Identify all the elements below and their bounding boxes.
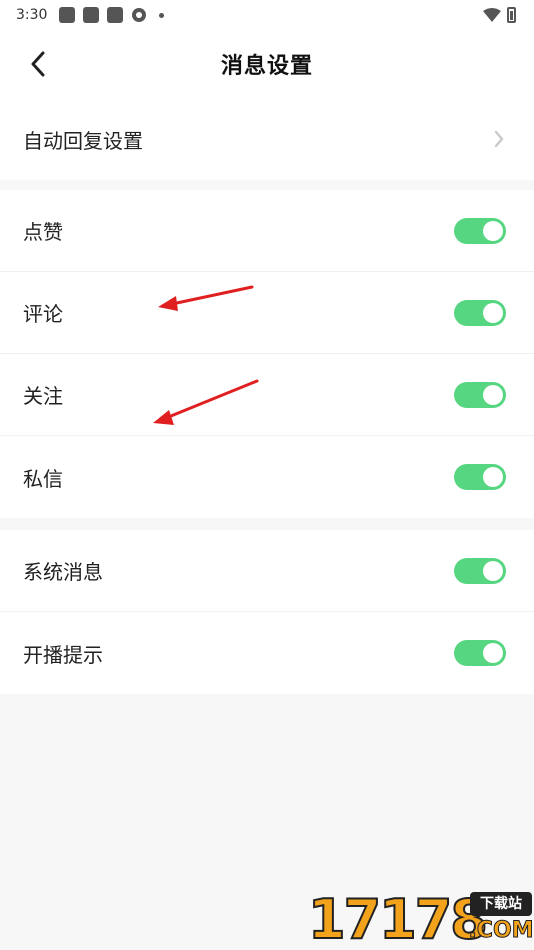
notification-icon — [83, 7, 100, 23]
system-message-row: 系统消息 — [0, 530, 534, 612]
settings-group-interactions: 点赞 评论 关注 私信 — [0, 190, 534, 518]
toggle-knob — [483, 220, 503, 241]
toggle-knob — [483, 384, 503, 405]
status-bar: 3:30 — [0, 0, 534, 30]
follow-notification-row: 关注 — [0, 354, 534, 436]
row-label: 开播提示 — [23, 642, 103, 667]
wifi-icon — [483, 8, 501, 22]
more-notifications-dot-icon — [159, 12, 165, 18]
notification-icon — [59, 7, 76, 23]
system-message-toggle[interactable] — [454, 557, 506, 584]
settings-group-auto-reply: 自动回复设置 — [0, 98, 534, 180]
follow-notification-toggle[interactable] — [454, 381, 506, 408]
nav-bar: 消息设置 — [0, 30, 534, 98]
live-start-reminder-row: 开播提示 — [0, 612, 534, 694]
row-label: 关注 — [23, 384, 63, 408]
row-label: 私信 — [23, 466, 63, 491]
private-message-toggle[interactable] — [454, 464, 506, 490]
chevron-right-icon — [494, 130, 504, 148]
like-notification-row: 点赞 — [0, 190, 534, 272]
like-notification-toggle[interactable] — [454, 217, 506, 244]
back-arrow-icon — [31, 51, 45, 77]
watermark-suffix: .COM — [468, 918, 534, 944]
battery-icon — [507, 7, 516, 23]
comment-notification-toggle[interactable] — [454, 299, 506, 326]
comment-notification-row: 评论 — [0, 272, 534, 354]
row-label: 自动回复设置 — [23, 128, 143, 153]
auto-reply-settings-row[interactable]: 自动回复设置 — [0, 98, 534, 180]
site-watermark: 17178 下载站 .COM — [307, 886, 534, 950]
screen: 3:30 消息设置 自动回复设置 点赞 评论 关注 私信 系统消息 开播提示 1… — [0, 0, 534, 950]
toggle-knob — [483, 560, 503, 581]
back-button[interactable] — [20, 46, 56, 82]
row-label: 点赞 — [23, 220, 63, 244]
page-title: 消息设置 — [220, 54, 313, 79]
row-label: 系统消息 — [23, 560, 103, 584]
private-message-row: 私信 — [0, 436, 534, 518]
status-time: 3:30 — [16, 7, 48, 23]
settings-group-system: 系统消息 开播提示 — [0, 530, 534, 694]
row-label: 评论 — [23, 302, 63, 326]
toggle-knob — [483, 302, 503, 323]
watermark-badge: 下载站 — [470, 892, 532, 916]
notification-icon — [107, 7, 124, 23]
live-start-reminder-toggle[interactable] — [454, 640, 506, 666]
watermark-numbers: 17178 — [307, 888, 489, 950]
toggle-knob — [483, 467, 503, 487]
aperture-icon — [132, 8, 147, 22]
toggle-knob — [483, 643, 503, 663]
